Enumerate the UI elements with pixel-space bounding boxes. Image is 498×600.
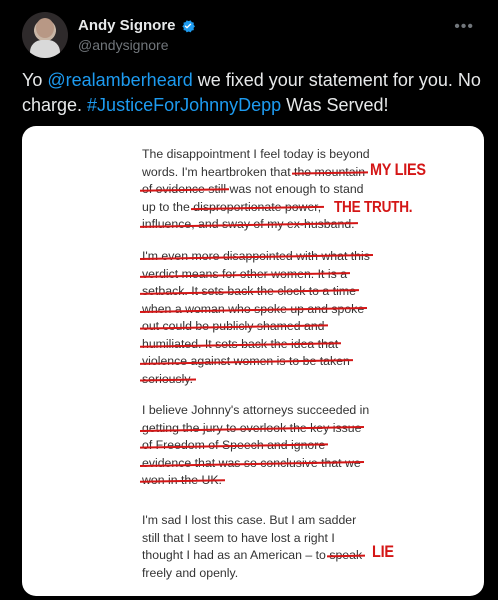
p3-line: of Freedom of Speech and ignore — [142, 438, 326, 452]
avatar[interactable] — [22, 12, 68, 58]
statement-p2: I'm even more disappointed with what thi… — [142, 248, 392, 388]
p2-line: seriously. — [142, 371, 194, 386]
struck-evidence: of evidence still — [142, 182, 227, 196]
p1-line3: of evidence still was not enough to stan… — [142, 181, 392, 199]
p3-line1: I believe Johnny's attorneys succeeded i… — [142, 403, 370, 417]
p1-line5: influence, and sway of my ex-husband. — [142, 216, 392, 234]
p3-line: getting the jury to overlook the key iss… — [142, 420, 362, 435]
hashtag-link[interactable]: #JusticeForJohnnyDepp — [87, 95, 281, 115]
p1-l3b: was not enough to stand — [226, 182, 364, 196]
author-handle[interactable]: @andysignore — [78, 37, 169, 53]
statement-p4: I'm sad I lost this case. But I am sadde… — [142, 512, 392, 582]
annotation-the-truth: THE TRUTH. — [334, 199, 413, 216]
statement-p1: The disappointment I feel today is beyon… — [142, 146, 392, 234]
avatar-head — [36, 18, 54, 38]
more-icon[interactable]: ••• — [454, 18, 474, 36]
tweet-text: Yo @realamberheard we fixed your stateme… — [22, 68, 482, 118]
statement-p3: I believe Johnny's attorneys succeeded i… — [142, 402, 392, 490]
avatar-shirt — [30, 40, 60, 58]
p3-line: evidence that was so conclusive that we — [142, 455, 361, 470]
p4-l3a: thought I had as an American – to — [142, 548, 330, 562]
p3-line: won in the UK. — [142, 473, 222, 487]
p2-line: out could be publicly shamed and — [142, 319, 325, 333]
p1-l2a: words. I'm heartbroken that — [142, 164, 295, 179]
p1-line1: The disappointment I feel today is beyon… — [142, 147, 370, 161]
annotation-my-lies: MY LIES — [370, 160, 426, 179]
struck-power: disproportionate power, — [193, 199, 322, 214]
author-name[interactable]: Andy Signore — [78, 17, 176, 34]
p2-line: verdict means for other women. It is a — [142, 266, 348, 281]
p2-line: when a woman who spoke up and spoke — [142, 301, 365, 316]
mention-link[interactable]: @realamberheard — [47, 70, 192, 90]
annotation-lie: LIE — [372, 542, 394, 561]
tweet-text-pre: Yo — [22, 70, 48, 90]
p1-l4a: up to the — [142, 199, 194, 214]
p1-line2: words. I'm heartbroken that the mountain — [142, 164, 392, 182]
tweet-header: Andy Signore @andysignore ••• — [22, 12, 482, 60]
struck-mountain: the mountain — [294, 164, 366, 179]
name-row: Andy Signore — [78, 17, 196, 34]
p4-line1: I'm sad I lost this case. But I am sadde… — [142, 513, 357, 527]
statement-image[interactable]: The disappointment I feel today is beyon… — [22, 126, 484, 596]
tweet-text-post: Was Served! — [281, 95, 389, 115]
p2-line: violence against women is to be taken — [142, 354, 350, 368]
p4-line2: still that I seem to have lost a right I — [142, 530, 335, 545]
struck-speak: speak — [329, 548, 363, 562]
p2-line: setback. It sets back the clock to a tim… — [142, 284, 356, 298]
p2-line: I'm even more disappointed with what thi… — [142, 249, 370, 263]
p2-line: humiliated. It sets back the idea that — [142, 336, 339, 351]
p4-line3: thought I had as an American – to speak — [142, 547, 392, 565]
p4-line4: freely and openly. — [142, 565, 239, 580]
verified-badge-icon — [181, 19, 195, 32]
struck-influence: influence, and sway of my ex-husband. — [142, 217, 355, 231]
